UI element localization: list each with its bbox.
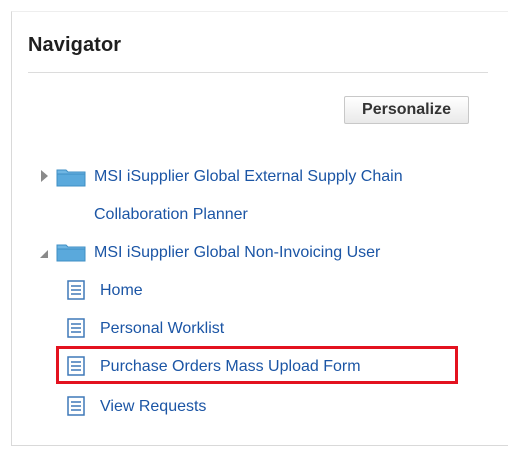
- personalize-button[interactable]: Personalize: [344, 96, 469, 124]
- folder-icon: [56, 169, 86, 187]
- nav-group-external-supply-chain[interactable]: MSI iSupplier Global External Supply Cha…: [94, 168, 403, 186]
- navigator-title: Navigator: [28, 34, 122, 56]
- nav-item-view-requests[interactable]: View Requests: [100, 398, 206, 416]
- document-icon: [67, 396, 85, 416]
- folder-icon: [56, 244, 86, 262]
- chevron-down-icon[interactable]: [38, 248, 50, 260]
- nav-item-home[interactable]: Home: [100, 282, 143, 300]
- document-icon: [67, 280, 85, 300]
- chevron-right-icon[interactable]: [41, 170, 48, 182]
- document-icon: [67, 318, 85, 338]
- title-divider: [28, 72, 488, 73]
- nav-item-personal-worklist[interactable]: Personal Worklist: [100, 320, 224, 338]
- nav-group-non-invoicing-user[interactable]: MSI iSupplier Global Non-Invoicing User: [94, 244, 380, 262]
- nav-group-external-supply-chain-line2[interactable]: Collaboration Planner: [94, 206, 248, 224]
- highlight-box: [56, 346, 458, 384]
